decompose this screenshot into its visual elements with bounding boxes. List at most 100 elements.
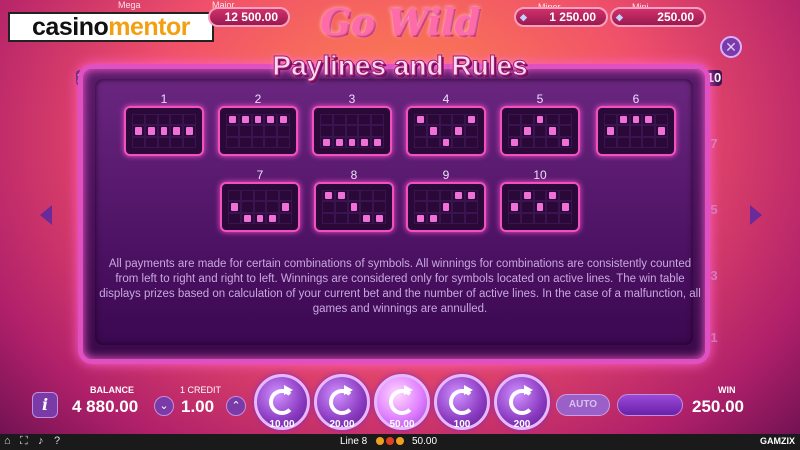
payline-cell: [226, 136, 239, 148]
payline-cell: [508, 212, 521, 224]
payline-active-cell: [439, 136, 453, 148]
rules-text: All payments are made for certain combin…: [99, 258, 701, 315]
payline-cell: [616, 125, 630, 137]
payline-cell: [533, 190, 547, 202]
payline-cell: [414, 201, 427, 213]
jackpot-minor-value: ◆ 1 250.00: [514, 7, 608, 27]
payline-cell: [508, 190, 521, 202]
payline-cell: [334, 212, 348, 224]
payline-cell: [238, 125, 252, 137]
spin-mode-button[interactable]: [617, 394, 683, 416]
credit-decrease-button[interactable]: ⌄: [154, 396, 174, 416]
payline-cell: [426, 114, 440, 126]
payline-diagram: [220, 182, 300, 232]
credit-increase-button[interactable]: ⌃: [226, 396, 246, 416]
spin-arrow-tip-icon: [404, 385, 413, 395]
payline-active-cell: [439, 201, 453, 213]
payline-diagram: [500, 106, 580, 156]
payline-number: 10: [533, 168, 547, 182]
next-page-arrow-icon[interactable]: [750, 205, 762, 225]
payline-cell: [238, 136, 252, 148]
payline-cell: [144, 136, 158, 148]
payline-cell: [132, 136, 145, 148]
payline-cell: [132, 114, 145, 126]
jackpot-mini-value: ◆ 250.00: [610, 7, 706, 27]
payline-diagram: [500, 182, 580, 232]
payline-cell: [520, 114, 534, 126]
status-bar: ⌂ ⛶ ♪ ? Line 8 50.00 GAMZIX: [0, 434, 800, 450]
spin-arrow-tip-icon: [284, 385, 293, 395]
payline-active-cell: [228, 201, 241, 213]
spin-arrow-tip-icon: [344, 385, 353, 395]
bet-value: 20.00: [329, 419, 355, 430]
close-icon[interactable]: ✕: [720, 36, 742, 58]
payline-cell: [320, 114, 333, 126]
payline-cell: [266, 190, 280, 202]
casinomentor-logo: casino mentor: [8, 12, 214, 42]
payline-active-cell: [251, 114, 265, 126]
payline-active-cell: [277, 114, 290, 126]
payline-number: 4: [442, 92, 450, 106]
payline-active-cell: [266, 212, 280, 224]
payline-cell: [334, 201, 348, 213]
payline-cell: [170, 114, 184, 126]
payline-active-cell: [604, 125, 617, 137]
payline-cell: [414, 190, 427, 202]
payline-cell: [226, 125, 239, 137]
payline-active-cell: [414, 114, 427, 126]
sound-icon[interactable]: ♪: [38, 435, 44, 447]
home-icon[interactable]: ⌂: [4, 435, 11, 447]
payline-active-cell: [334, 190, 348, 202]
diamond-icon: ◆: [520, 11, 527, 22]
payline-active-cell: [616, 114, 630, 126]
payline-active-cell: [629, 114, 643, 126]
payline-cell: [439, 190, 453, 202]
help-icon[interactable]: ?: [54, 435, 60, 447]
payline-cell: [465, 212, 478, 224]
payline-active-cell: [322, 190, 335, 202]
payline-active-cell: [371, 136, 384, 148]
payline-diagram: [406, 182, 486, 232]
provider-logo: GAMZIX: [760, 436, 795, 446]
payline-cell: [629, 125, 643, 137]
payline-number: 6: [632, 92, 640, 106]
info-button[interactable]: i: [32, 392, 58, 418]
payline-active-cell: [358, 136, 372, 148]
payline-diagram: [218, 106, 298, 156]
balance-label: BALANCE: [90, 385, 134, 395]
payline-cell: [439, 125, 453, 137]
payline-diagram: [124, 106, 204, 156]
payline-cell: [546, 114, 560, 126]
payline-cell: [533, 136, 547, 148]
jackpot-major-value: 12 500.00: [208, 7, 290, 27]
payline-cell: [452, 136, 466, 148]
payline-cell: [371, 114, 384, 126]
payline-diagram: [406, 106, 486, 156]
payline-cell: [465, 125, 478, 137]
payline-cell: [439, 114, 453, 126]
payline-active-cell: [345, 136, 359, 148]
fullscreen-icon[interactable]: ⛶: [20, 435, 28, 448]
payline-cell: [322, 201, 335, 213]
payline-active-cell: [508, 136, 521, 148]
payline-number: 8: [350, 168, 358, 182]
payline-active-cell: [414, 212, 427, 224]
previous-page-arrow-icon[interactable]: [40, 205, 52, 225]
payline-active-cell: [520, 125, 534, 137]
payline-cell: [533, 212, 547, 224]
payline-cell: [465, 136, 478, 148]
payline-active-cell: [157, 125, 171, 137]
payline-cell: [452, 201, 466, 213]
payline-cell: [508, 114, 521, 126]
spin-arrow-tip-icon: [464, 385, 473, 395]
payline-cell: [157, 114, 171, 126]
payline-active-cell: [546, 190, 560, 202]
chevron-up-icon: ⌃: [231, 400, 241, 412]
payline-cell: [371, 125, 384, 137]
auto-button[interactable]: AUTO: [556, 394, 610, 416]
payline-active-cell: [226, 114, 239, 126]
line-count-text: Line 8: [340, 436, 368, 447]
payline-cell: [559, 190, 572, 202]
payline-cell: [332, 114, 346, 126]
payline-cell: [345, 114, 359, 126]
